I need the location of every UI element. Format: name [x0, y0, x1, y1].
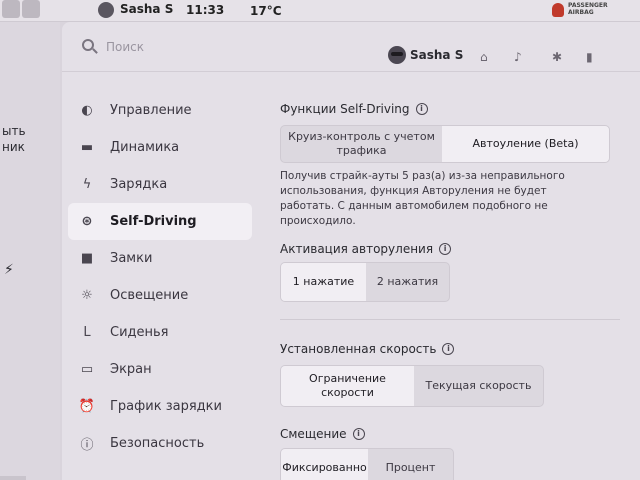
- avatar[interactable]: [388, 46, 406, 64]
- status-tile: [22, 0, 40, 18]
- settings-sidebar: ◐ Управление ▬ Динамика ϟ Зарядка ⊛ Self…: [62, 92, 252, 462]
- sidebar-item-display[interactable]: ▭ Экран: [68, 351, 252, 388]
- settings-header: Sasha S ⌂ ♪ ✱ ▮: [62, 22, 640, 72]
- steering-wheel-icon: ⊛: [81, 214, 93, 229]
- sidebar-item-charging-schedule[interactable]: ⏰ График зарядки: [68, 388, 252, 425]
- bluetooth-icon[interactable]: ✱: [552, 50, 562, 64]
- sun-icon: ☼: [81, 288, 93, 303]
- partial-text: ник: [2, 140, 25, 154]
- display-icon: ▭: [80, 362, 94, 377]
- left-partial-panel: ыть ник ⚡: [0, 22, 60, 480]
- one-press-option[interactable]: 1 нажатие: [281, 263, 366, 301]
- sidebar-item-label: Управление: [110, 103, 192, 118]
- set-speed-selector: Ограничение скорости Текущая скорость: [280, 365, 544, 407]
- sidebar-item-label: График зарядки: [110, 399, 222, 414]
- features-selector: Круиз-контроль с учетом трафика Автоулен…: [280, 125, 610, 163]
- status-bar: Sasha S 11:33 17°C PASSENGER AIRBAG: [0, 0, 640, 22]
- section-title: Установленная скорость i: [280, 342, 620, 356]
- airbag-label-1: PASSENGER: [568, 2, 608, 9]
- lock-icon: ■: [80, 251, 94, 266]
- partial-text: ыть: [2, 124, 26, 138]
- profile-name[interactable]: Sasha S: [410, 48, 463, 62]
- divider: [280, 319, 620, 320]
- section-title: Смещение i: [280, 427, 620, 441]
- sidebar-item-dynamics[interactable]: ▬ Динамика: [68, 129, 252, 166]
- lte-signal-icon: ▮: [586, 50, 593, 64]
- sidebar-item-label: Сиденья: [110, 325, 169, 340]
- offset-selector: Фиксированно Процент: [280, 448, 454, 480]
- autosteer-option[interactable]: Автоуление (Beta): [442, 126, 609, 162]
- sidebar-item-seats[interactable]: L Сиденья: [68, 314, 252, 351]
- bolt-icon: ϟ: [82, 177, 92, 192]
- info-icon[interactable]: i: [415, 103, 428, 115]
- info-icon[interactable]: i: [352, 428, 365, 440]
- bolt-icon: ⚡: [4, 262, 14, 278]
- airbag-icon: [552, 3, 564, 17]
- self-driving-title: Функции Self-Driving: [280, 102, 410, 116]
- activation-selector: 1 нажатие 2 нажатия: [280, 262, 450, 302]
- section-title: Активация авторуления i: [280, 242, 620, 256]
- sidebar-item-self-driving[interactable]: ⊛ Self-Driving: [68, 203, 252, 240]
- fixed-option[interactable]: Фиксированно: [281, 449, 368, 480]
- airbag-label-2: AIRBAG: [568, 9, 594, 16]
- sidebar-item-safety[interactable]: ⓘ Безопасность: [68, 425, 252, 462]
- section-title: Функции Self-Driving i: [280, 102, 620, 116]
- passenger-airbag-indicator: PASSENGER AIRBAG: [568, 2, 608, 16]
- set-speed-title: Установленная скорость: [280, 342, 437, 356]
- status-temperature[interactable]: 17°C: [250, 4, 282, 18]
- current-speed-option[interactable]: Текущая скорость: [414, 366, 543, 406]
- toggle-icon: ◐: [81, 103, 93, 118]
- sidebar-item-charging[interactable]: ϟ Зарядка: [68, 166, 252, 203]
- alert-icon: ⓘ: [80, 438, 94, 453]
- bell-icon[interactable]: ♪: [514, 50, 522, 64]
- info-icon[interactable]: i: [442, 343, 455, 355]
- alarm-clock-icon: ⏰: [78, 399, 96, 414]
- sidebar-item-controls[interactable]: ◐ Управление: [68, 92, 252, 129]
- sidebar-item-label: Освещение: [110, 288, 189, 303]
- sidebar-item-label: Замки: [110, 251, 153, 266]
- percent-option[interactable]: Процент: [368, 449, 453, 480]
- two-presses-option[interactable]: 2 нажатия: [366, 263, 449, 301]
- offset-title: Смещение: [280, 427, 347, 441]
- partial-tab: [0, 476, 26, 480]
- self-driving-settings: Функции Self-Driving i Круиз-контроль с …: [280, 102, 620, 480]
- status-clock: 11:33: [186, 3, 225, 17]
- status-user-name[interactable]: Sasha S: [120, 2, 173, 16]
- strikeout-notice: Получив страйк-ауты 5 раз(а) из-за непра…: [280, 170, 565, 227]
- cruise-control-option[interactable]: Круиз-контроль с учетом трафика: [281, 126, 442, 162]
- activation-title: Активация авторуления: [280, 242, 434, 256]
- sidebar-item-label: Безопасность: [110, 436, 205, 451]
- seat-icon: L: [83, 325, 91, 340]
- sidebar-item-label: Зарядка: [110, 177, 168, 192]
- info-icon[interactable]: i: [439, 243, 452, 255]
- search-input[interactable]: [106, 38, 306, 56]
- sidebar-item-label: Динамика: [110, 140, 180, 155]
- search-icon: [82, 39, 94, 51]
- avatar[interactable]: [98, 2, 114, 18]
- status-tile: [2, 0, 20, 18]
- garage-icon[interactable]: ⌂: [480, 50, 488, 64]
- sidebar-item-label: Экран: [110, 362, 152, 377]
- settings-panel: Sasha S ⌂ ♪ ✱ ▮ ◐ Управление ▬ Динамика …: [62, 22, 640, 480]
- speed-limit-option[interactable]: Ограничение скорости: [281, 366, 414, 406]
- sidebar-item-label: Self-Driving: [110, 214, 197, 229]
- sidebar-item-lighting[interactable]: ☼ Освещение: [68, 277, 252, 314]
- car-icon: ▬: [80, 140, 94, 155]
- sidebar-item-locks[interactable]: ■ Замки: [68, 240, 252, 277]
